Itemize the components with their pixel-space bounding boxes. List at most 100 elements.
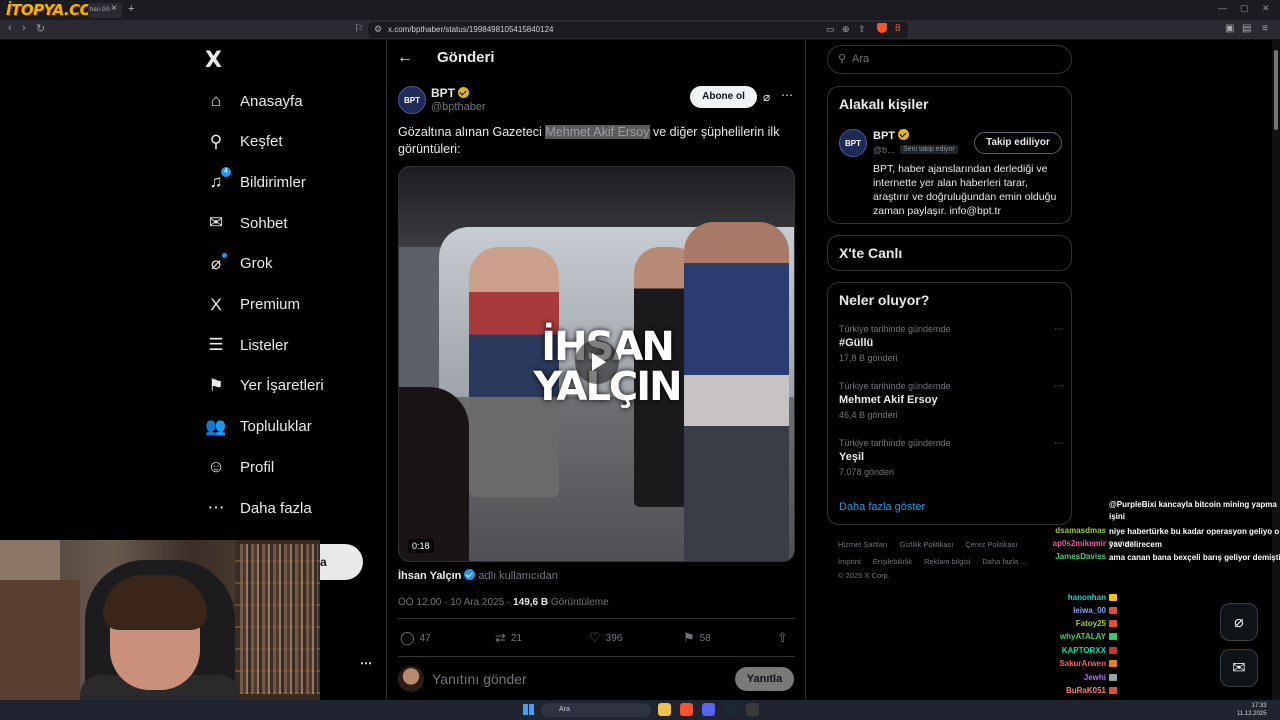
nav-item-home[interactable]: ⌂ Anasayfa (205, 86, 365, 116)
nav-item-envelope[interactable]: ✉ Sohbet (205, 208, 365, 238)
trend-item[interactable]: Türkiye tarihinde gündemde Yeşil 7.078 gön… (839, 438, 1064, 477)
retweet-icon[interactable]: ⇄ (495, 630, 506, 646)
trend-more-icon[interactable]: ⋯ (1054, 324, 1064, 335)
file-explorer-icon[interactable] (658, 703, 671, 716)
tweet-video[interactable]: İHSAN YALÇIN 0:18 (398, 166, 795, 562)
footer-link[interactable]: Çerez Politikası (965, 540, 1017, 549)
footer-link[interactable]: Reklam bilgisi (924, 557, 970, 566)
reply-input[interactable]: Yanıtını gönder (432, 671, 527, 687)
rewards-icon[interactable]: 8 (895, 23, 901, 34)
retweet-action[interactable]: ⇄ 21 (495, 630, 522, 646)
footer-link[interactable]: Erişilebilirlik (873, 557, 912, 566)
related-name[interactable]: BPT (873, 129, 909, 142)
like-action[interactable]: ♡ 396 (589, 630, 622, 646)
scrollbar[interactable] (1272, 40, 1280, 700)
live-card[interactable]: X'te Canlı (827, 235, 1072, 271)
bookmark-icon[interactable]: ⚑ (683, 630, 695, 646)
reply-action[interactable]: ◯ 47 (400, 630, 431, 646)
chat-username: whyATALAY (1059, 632, 1106, 641)
trend-category: Türkiye tarihinde gündemde (839, 324, 951, 334)
tab-close-icon[interactable]: × (111, 3, 117, 14)
app-icon[interactable] (746, 703, 759, 716)
nav-item-profile[interactable]: ☺ Profil (205, 452, 365, 482)
x-logo-icon[interactable]: X (205, 48, 222, 73)
tweet-more-icon[interactable]: ⋯ (781, 88, 793, 102)
cast-icon[interactable]: ▭ (826, 24, 835, 35)
bookmark-icon: ⚑ (205, 375, 227, 397)
back-icon[interactable]: ‹ (8, 22, 12, 34)
nav-item-search[interactable]: ⚲ Keşfet (205, 127, 365, 157)
search-placeholder: Ara (852, 53, 870, 65)
trend-item[interactable]: Türkiye tarihinde gündemde Mehmet Akif Er… (839, 381, 1064, 420)
close-window-icon[interactable]: ✕ (1262, 3, 1270, 14)
bookmark-page-icon[interactable]: ⚐ (354, 22, 364, 35)
reply-button[interactable]: Yanıtla (735, 667, 794, 691)
nav-item-more-circle[interactable]: ⋯ Daha fazla (205, 493, 365, 523)
author-handle[interactable]: @bpthaber (431, 101, 486, 113)
extensions-icon[interactable]: ▤ (1242, 23, 1251, 34)
taskbar-clock[interactable]: 17:33 11.12.2025 (1237, 702, 1267, 718)
chat-username: leiwa_00 (1073, 606, 1106, 615)
nav-item-bookmark[interactable]: ⚑ Yer İşaretleri (205, 371, 365, 401)
subscribe-button[interactable]: Abone ol (690, 86, 757, 108)
taskbar-search[interactable]: Ara (541, 703, 651, 717)
nav-item-communities[interactable]: 👥 Topluluklar (205, 412, 365, 442)
tweet-text: Gözaltına alınan Gazeteci Mehmet Akif Er… (398, 124, 788, 158)
wallet-icon[interactable]: ▣ (1225, 23, 1234, 34)
forward-icon[interactable]: › (22, 22, 26, 34)
related-name-text[interactable]: BPT (873, 130, 895, 142)
video-source[interactable]: İhsan Yalçın adlı kullanıcıdan (398, 569, 558, 582)
new-tab-icon[interactable]: + (128, 3, 134, 15)
user-avatar[interactable] (398, 666, 424, 692)
footer-link[interactable]: Daha fazla ... (982, 557, 1026, 566)
video-source-name[interactable]: İhsan Yalçın (398, 570, 461, 582)
footer-link[interactable]: İmprint (838, 557, 861, 566)
footer-link[interactable]: Hizmet Şartları (838, 540, 888, 549)
reply-icon[interactable]: ◯ (400, 630, 415, 646)
author-avatar[interactable]: BPT (398, 86, 426, 114)
column-divider (386, 40, 387, 700)
show-more-link[interactable]: Daha fazla göster (839, 501, 925, 513)
minimize-icon[interactable]: — (1218, 3, 1227, 13)
related-avatar[interactable]: BPT (839, 129, 867, 157)
nav-item-list[interactable]: ☰ Listeler (205, 330, 365, 360)
tweet-time[interactable]: ÖÖ 12:00 · 10 Ara 2025 · (398, 597, 513, 608)
grok-fab-icon[interactable]: ⌀ (1220, 603, 1258, 641)
site-info-icon[interactable]: ⚙ (374, 24, 382, 35)
search-icon: ⚲ (838, 53, 847, 65)
scrollbar-thumb[interactable] (1274, 50, 1278, 130)
share-icon[interactable]: ⇧ (777, 630, 788, 646)
play-icon[interactable] (575, 340, 619, 384)
related-handle[interactable]: @b... (873, 145, 895, 155)
share-action[interactable]: ⇧ (777, 630, 793, 646)
trend-item[interactable]: Türkiye tarihinde gündemde #Güllü 17,8 B g… (839, 324, 1064, 363)
author-name-text[interactable]: BPT (431, 86, 455, 100)
back-arrow-icon[interactable]: ← (397, 49, 413, 67)
footer-link[interactable]: Gizlilik Politikası (900, 540, 954, 549)
account-more-icon[interactable]: ⋯ (360, 656, 372, 670)
nav-item-bell[interactable]: ♫ 4 Bildirimler (205, 167, 365, 197)
reload-icon[interactable]: ↻ (36, 22, 45, 35)
zoom-icon[interactable]: ⊕ (842, 24, 850, 35)
post-button[interactable]: a (320, 544, 363, 580)
windows-start-icon[interactable] (523, 704, 534, 715)
trend-more-icon[interactable]: ⋯ (1054, 381, 1064, 392)
brave-shield-icon[interactable] (877, 23, 887, 33)
search-input[interactable]: ⚲ Ara (827, 45, 1072, 74)
heart-icon[interactable]: ♡ (589, 630, 601, 646)
maximize-icon[interactable]: ▢ (1240, 3, 1249, 14)
address-bar[interactable]: ⚙ x.com/bpthaber/status/1998498105415840… (368, 22, 908, 38)
author-name[interactable]: BPT (431, 86, 469, 100)
trend-more-icon[interactable]: ⋯ (1054, 438, 1064, 449)
menu-icon[interactable]: ≡ (1262, 23, 1268, 34)
grok-explain-icon[interactable]: ⌀ (763, 90, 770, 104)
messages-fab-icon[interactable]: ✉ (1220, 649, 1258, 687)
following-button[interactable]: Takip ediliyor (974, 132, 1062, 154)
steam-icon[interactable] (724, 703, 737, 716)
share-icon[interactable]: ⇪ (858, 24, 866, 35)
nav-item-x[interactable]: X Premium (205, 290, 365, 320)
discord-icon[interactable] (702, 703, 715, 716)
brave-browser-icon[interactable] (680, 703, 693, 716)
bookmark-action[interactable]: ⚑ 58 (683, 630, 711, 646)
nav-item-grok[interactable]: ⌀ Grok (205, 249, 365, 279)
